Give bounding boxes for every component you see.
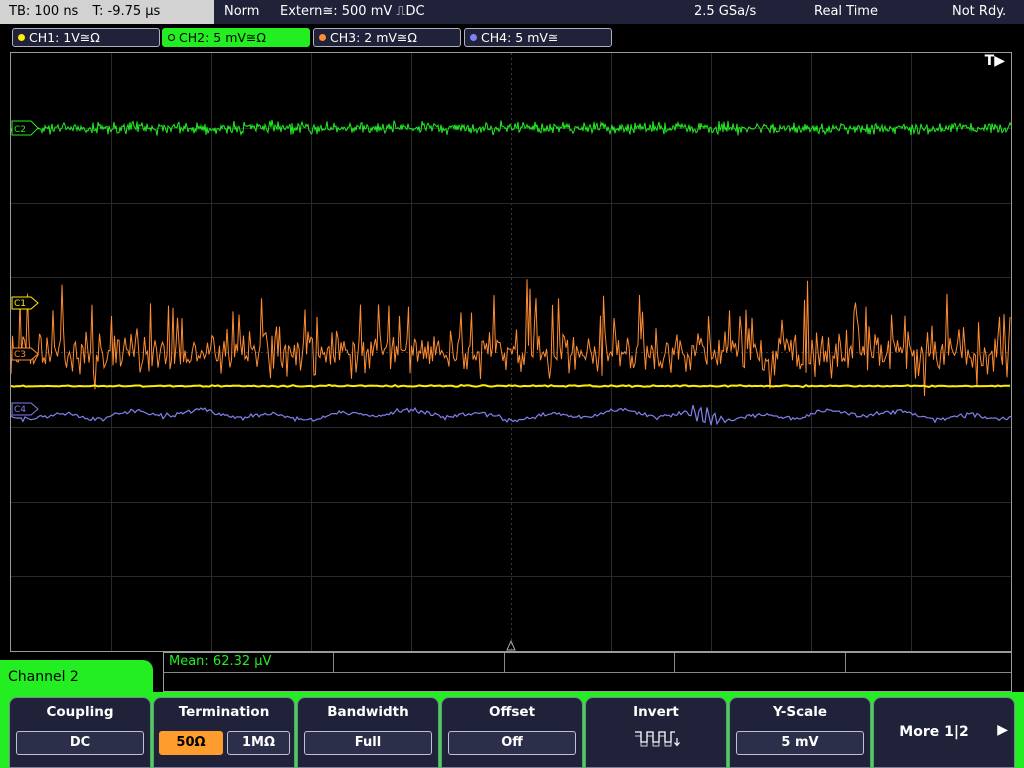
trigger-time-value: T: -9.75 µs	[92, 4, 161, 19]
yscale-value[interactable]: 5 mV	[736, 731, 864, 755]
termination-title: Termination	[178, 704, 270, 720]
tab-ch2[interactable]: CH2: 5 mV≅Ω	[162, 28, 310, 47]
invert-softkey[interactable]: Invert	[585, 697, 727, 768]
c1-marker-label: C1	[14, 299, 26, 309]
invert-title: Invert	[633, 704, 679, 720]
offset-title: Offset	[488, 704, 536, 720]
c1-marker[interactable]: C1	[11, 296, 39, 310]
sample-rate: 2.5 GSa/s	[694, 4, 757, 19]
more-softkey[interactable]: More 1|2 ▶	[873, 697, 1015, 768]
channel-bar: CH1: 1V≅Ω CH2: 5 mV≅Ω CH3: 2 mV≅Ω CH4: 5…	[0, 24, 1024, 50]
status-bar: TB: 100 ns T: -9.75 µs Norm Extern≅: 500…	[0, 0, 1024, 24]
ch1-waveform	[11, 383, 1011, 389]
c3-marker[interactable]: C3	[11, 347, 39, 361]
menu-channel-label: Channel 2	[0, 660, 153, 700]
coupling-value[interactable]: DC	[16, 731, 144, 755]
yscale-title: Y-Scale	[772, 704, 827, 720]
c4-marker[interactable]: C4	[11, 402, 39, 416]
timebase-box[interactable]: TB: 100 ns T: -9.75 µs	[0, 0, 214, 24]
c2-marker-label: C2	[14, 125, 26, 135]
trigger-mode[interactable]: Norm	[224, 0, 259, 24]
meas-cell	[505, 653, 675, 672]
more-label: More 1|2	[899, 724, 969, 740]
offset-value[interactable]: Off	[448, 731, 576, 755]
tab-ch1[interactable]: CH1: 1V≅Ω	[12, 28, 160, 47]
ch1-dot-icon	[18, 34, 25, 41]
bandwidth-title: Bandwidth	[327, 704, 409, 720]
bandwidth-softkey[interactable]: Bandwidth Full	[297, 697, 439, 768]
tab-ch2-label: CH2: 5 mV≅Ω	[179, 30, 266, 45]
meas-cell	[675, 653, 846, 672]
inverted-square-wave-icon	[635, 731, 680, 747]
acquisition-state: Not Rdy.	[952, 4, 1007, 19]
coupling-softkey[interactable]: Coupling DC	[9, 697, 151, 768]
meas-cell	[334, 653, 505, 672]
mean-measurement: Mean: 62.32 µV	[169, 654, 272, 669]
ch4-dot-icon	[470, 34, 477, 41]
arrow-right-icon: ▶	[997, 722, 1008, 738]
tab-ch3[interactable]: CH3: 2 mV≅Ω	[313, 28, 461, 47]
c2-marker[interactable]: C2	[11, 120, 39, 136]
offset-softkey[interactable]: Offset Off	[441, 697, 583, 768]
yscale-softkey[interactable]: Y-Scale 5 mV	[729, 697, 871, 768]
measurement-panel[interactable]: Mean: 62.32 µV	[163, 652, 1012, 692]
tab-ch4-label: CH4: 5 mV≅	[481, 30, 559, 45]
termination-50ohm-option[interactable]: 50Ω	[159, 731, 223, 755]
acquisition-mode[interactable]: Real Time	[814, 0, 878, 24]
waveform-display[interactable]: C2 C1 C3 C4 T▶	[10, 52, 1012, 652]
ch3-dot-icon	[319, 34, 326, 41]
c4-marker-label: C4	[14, 405, 26, 415]
tab-ch4[interactable]: CH4: 5 mV≅	[464, 28, 612, 47]
meas-divider	[164, 672, 1011, 673]
timebase-value: TB: 100 ns	[9, 4, 79, 19]
ch3-waveform	[11, 279, 1011, 397]
tab-ch3-label: CH3: 2 mV≅Ω	[330, 30, 417, 45]
trigger-source[interactable]: Extern≅: 500 mV ⎍DC	[280, 0, 425, 24]
tab-ch1-label: CH1: 1V≅Ω	[29, 30, 100, 45]
termination-1mohm-option[interactable]: 1MΩ	[227, 731, 290, 755]
ch2-dot-icon	[168, 34, 175, 41]
trigger-marker: T▶	[984, 53, 1005, 69]
termination-softkey[interactable]: Termination 50Ω 1MΩ	[153, 697, 295, 768]
coupling-title: Coupling	[46, 704, 114, 720]
waveform-canvas: C2 C1 C3 C4	[11, 53, 1011, 651]
c3-marker-label: C3	[14, 350, 26, 360]
bandwidth-value[interactable]: Full	[304, 731, 432, 755]
